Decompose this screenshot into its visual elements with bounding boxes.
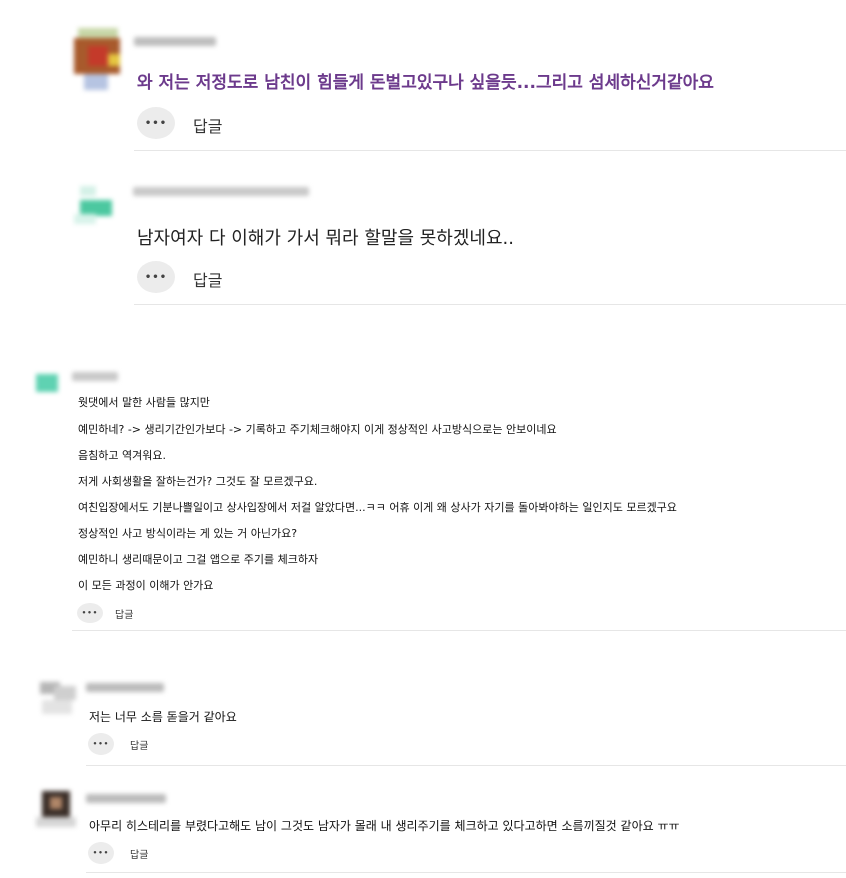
comment-line: 예민하니 생리때문이고 그걸 앱으로 주기를 체크하자 bbox=[78, 553, 319, 566]
username[interactable] bbox=[86, 794, 166, 803]
comment-line: 웟댓에서 말한 사람들 많지만 bbox=[78, 396, 210, 409]
more-options-icon[interactable]: ••• bbox=[137, 107, 175, 139]
more-options-icon[interactable]: ••• bbox=[88, 842, 114, 864]
username[interactable] bbox=[134, 37, 216, 46]
more-options-icon[interactable]: ••• bbox=[137, 261, 175, 293]
avatar[interactable] bbox=[74, 186, 116, 226]
more-options-icon[interactable]: ••• bbox=[88, 733, 114, 755]
username[interactable] bbox=[86, 683, 164, 692]
comment-line: 여친입장에서도 기분나쁠일이고 상사입장에서 저걸 알았다면...ㅋㅋ 어휴 이… bbox=[78, 501, 677, 514]
comment-line: 정상적인 사고 방식이라는 게 있는 거 아닌가요? bbox=[78, 527, 298, 540]
divider bbox=[86, 765, 846, 766]
username[interactable] bbox=[72, 372, 118, 381]
comment-text: 남자여자 다 이해가 가서 뭐라 할말을 못하겠네요.. bbox=[137, 228, 514, 249]
reply-button[interactable]: 답글 bbox=[130, 846, 148, 861]
comment-text: 와 저는 저정도로 남친이 힘들게 돈벌고있구나 싶을듯...그리고 섬세하신거… bbox=[137, 73, 714, 93]
reply-button[interactable]: 답글 bbox=[193, 113, 222, 137]
comment-line: 저게 사회생활을 잘하는건가? 그것도 잘 모르겠구요. bbox=[78, 475, 318, 488]
reply-button[interactable]: 답글 bbox=[193, 267, 222, 291]
divider bbox=[134, 304, 846, 305]
divider bbox=[86, 872, 846, 873]
comment-line: 예민하네? -> 생리기간인가보다 -> 기록하고 주기체크해야지 이게 정상적… bbox=[78, 423, 557, 436]
username[interactable] bbox=[133, 187, 309, 196]
avatar[interactable] bbox=[36, 374, 58, 392]
avatar[interactable] bbox=[74, 28, 122, 90]
reply-button[interactable]: 답글 bbox=[115, 606, 133, 621]
reply-button[interactable]: 답글 bbox=[130, 737, 148, 752]
comment-line: 음침하고 역겨워요. bbox=[78, 449, 166, 462]
comment-text: 저는 너무 소름 돋을거 같아요 bbox=[89, 710, 237, 724]
divider bbox=[72, 630, 846, 631]
divider bbox=[134, 150, 846, 151]
comment-text: 아무리 히스테리를 부렸다고해도 남이 그것도 남자가 몰래 내 생리주기를 체… bbox=[89, 819, 680, 833]
comment-line: 이 모든 과정이 이해가 안가요 bbox=[78, 579, 214, 592]
more-options-icon[interactable]: ••• bbox=[77, 603, 103, 623]
avatar[interactable] bbox=[36, 676, 76, 716]
avatar[interactable] bbox=[36, 787, 76, 827]
